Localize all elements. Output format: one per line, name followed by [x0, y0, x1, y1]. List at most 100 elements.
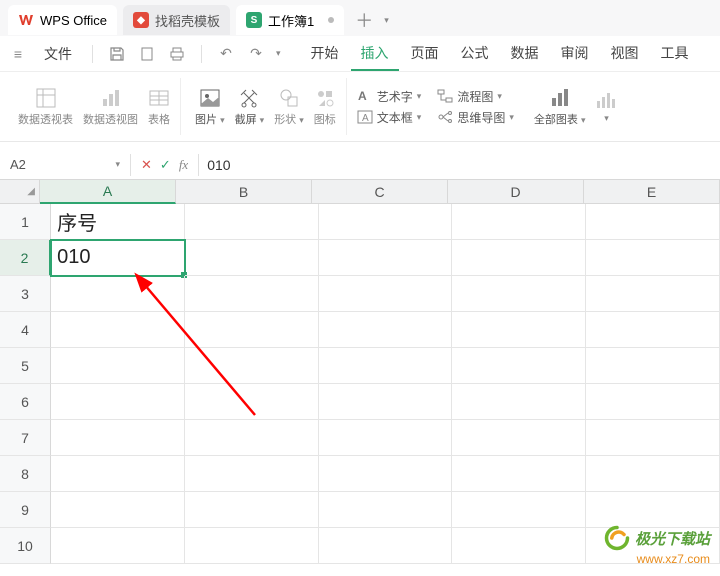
cell-B2[interactable] — [185, 240, 319, 276]
cell-D9[interactable] — [452, 492, 586, 528]
cell-E5[interactable] — [586, 348, 720, 384]
row-header[interactable]: 4 — [0, 312, 51, 348]
hamburger-icon[interactable]: ≡ — [8, 44, 28, 64]
icons-button[interactable]: 图标 — [314, 87, 336, 127]
cell-B8[interactable] — [185, 456, 319, 492]
row-header[interactable]: 8 — [0, 456, 51, 492]
cell-A1[interactable]: 序号 — [51, 204, 185, 240]
file-menu[interactable]: 文件 — [38, 42, 78, 66]
column-header[interactable]: A — [40, 180, 176, 204]
cell-E9[interactable] — [586, 492, 720, 528]
print-icon[interactable] — [167, 44, 187, 64]
undo-history-dropdown[interactable]: ▾ — [276, 48, 281, 59]
more-charts-button[interactable]: ▾ — [595, 87, 617, 127]
column-header[interactable]: E — [584, 180, 720, 204]
cell-D1[interactable] — [452, 204, 586, 240]
cell-D5[interactable] — [452, 348, 586, 384]
menu-tab-6[interactable]: 视图 — [601, 37, 649, 71]
menu-tab-5[interactable]: 审阅 — [551, 37, 599, 71]
cell-B1[interactable] — [185, 204, 319, 240]
cell-D10[interactable] — [452, 528, 586, 564]
cell-E2[interactable] — [586, 240, 720, 276]
formula-input[interactable]: 010 — [199, 157, 238, 173]
cell-D6[interactable] — [452, 384, 586, 420]
cell-B4[interactable] — [185, 312, 319, 348]
tab-list-dropdown[interactable]: ▾ — [384, 15, 389, 26]
cell-B6[interactable] — [185, 384, 319, 420]
cell-A2[interactable]: 010 — [51, 240, 185, 276]
picture-button[interactable]: 图片 ▾ — [195, 87, 225, 127]
cell-C5[interactable] — [319, 348, 453, 384]
row-header[interactable]: 7 — [0, 420, 51, 456]
cell-A4[interactable] — [51, 312, 185, 348]
confirm-edit-icon[interactable]: ✓ — [160, 157, 171, 173]
new-icon[interactable] — [137, 44, 157, 64]
cell-A9[interactable] — [51, 492, 185, 528]
cell-C3[interactable] — [319, 276, 453, 312]
menu-tab-3[interactable]: 公式 — [451, 37, 499, 71]
row-header[interactable]: 1 — [0, 204, 51, 240]
cell-B5[interactable] — [185, 348, 319, 384]
cell-D3[interactable] — [452, 276, 586, 312]
row-header[interactable]: 3 — [0, 276, 51, 312]
cell-D4[interactable] — [452, 312, 586, 348]
cell-E8[interactable] — [586, 456, 720, 492]
cell-B3[interactable] — [185, 276, 319, 312]
screenshot-button[interactable]: 截屏 ▾ — [235, 87, 265, 127]
cell-A3[interactable] — [51, 276, 185, 312]
select-all-corner[interactable]: ◢ — [0, 180, 40, 204]
cell-A6[interactable] — [51, 384, 185, 420]
cell-B10[interactable] — [185, 528, 319, 564]
column-header[interactable]: C — [312, 180, 448, 204]
new-tab-button[interactable]: ＋ — [350, 7, 378, 33]
row-header[interactable]: 5 — [0, 348, 51, 384]
tab-wps-home[interactable]: WPS Office — [8, 5, 117, 35]
menu-tab-4[interactable]: 数据 — [501, 37, 549, 71]
cell-C9[interactable] — [319, 492, 453, 528]
fx-icon[interactable]: fx — [179, 157, 188, 173]
cell-E3[interactable] — [586, 276, 720, 312]
flowchart-button[interactable]: 流程图 ▾ — [437, 88, 514, 105]
cell-E6[interactable] — [586, 384, 720, 420]
cell-A5[interactable] — [51, 348, 185, 384]
column-header[interactable]: B — [176, 180, 312, 204]
cell-C10[interactable] — [319, 528, 453, 564]
mindmap-button[interactable]: 思维导图 ▾ — [437, 109, 514, 126]
cell-D8[interactable] — [452, 456, 586, 492]
save-icon[interactable] — [107, 44, 127, 64]
cell-A7[interactable] — [51, 420, 185, 456]
column-header[interactable]: D — [448, 180, 584, 204]
cell-E4[interactable] — [586, 312, 720, 348]
cell-C7[interactable] — [319, 420, 453, 456]
cell-B7[interactable] — [185, 420, 319, 456]
cell-E1[interactable] — [586, 204, 720, 240]
redo-icon[interactable]: ↷ — [246, 44, 266, 64]
undo-icon[interactable]: ↶ — [216, 44, 236, 64]
cell-C2[interactable] — [319, 240, 453, 276]
row-header[interactable]: 9 — [0, 492, 51, 528]
menu-tab-7[interactable]: 工具 — [651, 37, 699, 71]
row-header[interactable]: 2 — [0, 240, 51, 276]
cell-B9[interactable] — [185, 492, 319, 528]
row-header[interactable]: 10 — [0, 528, 51, 564]
cell-C4[interactable] — [319, 312, 453, 348]
cell-D7[interactable] — [452, 420, 586, 456]
name-box[interactable]: A2 ▾ — [0, 157, 130, 172]
cell-D2[interactable] — [452, 240, 586, 276]
cancel-edit-icon[interactable]: ✕ — [141, 157, 152, 173]
row-header[interactable]: 6 — [0, 384, 51, 420]
menu-tab-2[interactable]: 页面 — [401, 37, 449, 71]
tab-template[interactable]: ◆ 找稻壳模板 — [123, 5, 230, 35]
menu-tab-1[interactable]: 插入 — [351, 37, 399, 71]
cell-E7[interactable] — [586, 420, 720, 456]
cell-A8[interactable] — [51, 456, 185, 492]
table-button[interactable]: 表格 — [148, 87, 170, 127]
shapes-button[interactable]: 形状 ▾ — [274, 87, 304, 127]
pivot-chart-button[interactable]: 数据透视图 — [83, 87, 138, 127]
cell-A10[interactable] — [51, 528, 185, 564]
textbox-button[interactable]: A 文本框 ▾ — [357, 109, 422, 126]
pivot-table-button[interactable]: 数据透视表 — [18, 87, 73, 127]
all-charts-button[interactable]: 全部图表 ▾ — [534, 87, 586, 127]
cell-C8[interactable] — [319, 456, 453, 492]
menu-tab-0[interactable]: 开始 — [301, 37, 349, 71]
